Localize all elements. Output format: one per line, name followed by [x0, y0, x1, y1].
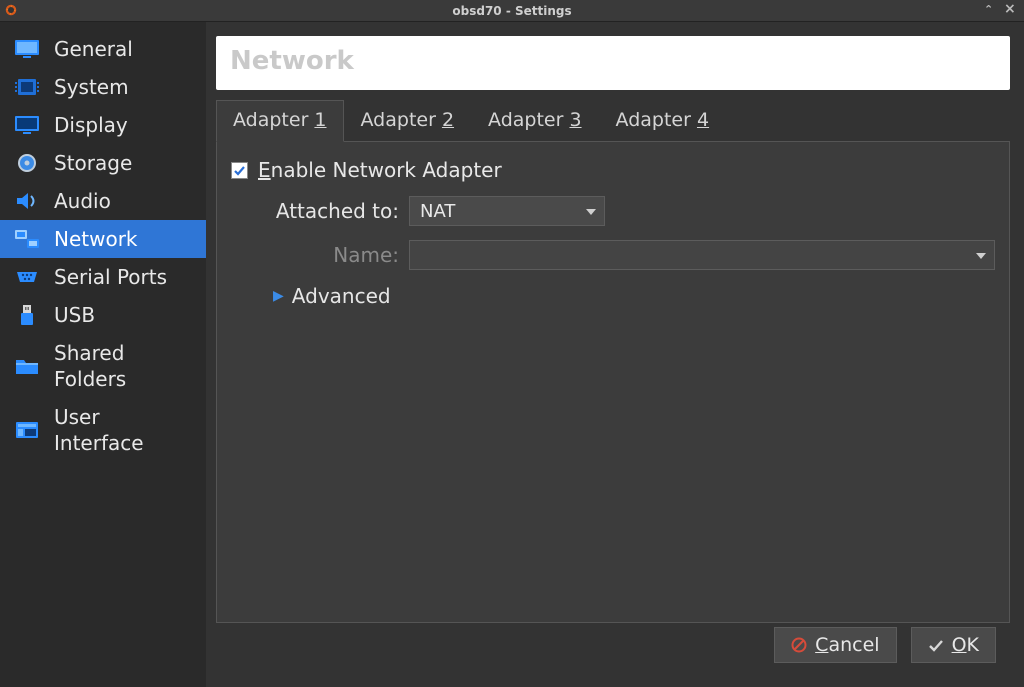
- content-pane: Network Adapter 1 Adapter 2 Adapter 3 Ad…: [206, 22, 1024, 687]
- page-title: Network: [230, 46, 354, 76]
- minimize-icon[interactable]: [984, 2, 998, 16]
- sidebar-item-label: Shared Folders: [54, 340, 194, 392]
- name-select[interactable]: [409, 240, 995, 270]
- sidebar-item-user-interface[interactable]: User Interface: [0, 398, 206, 462]
- sidebar-item-shared-folders[interactable]: Shared Folders: [0, 334, 206, 398]
- sidebar-item-label: General: [54, 36, 133, 62]
- sidebar-item-audio[interactable]: Audio: [0, 182, 206, 220]
- speaker-icon: [14, 190, 40, 212]
- folder-icon: [14, 355, 40, 377]
- usb-icon: [14, 304, 40, 326]
- tab-adapter-2[interactable]: Adapter 2: [344, 100, 472, 142]
- close-icon[interactable]: [1004, 2, 1018, 16]
- sidebar-item-label: System: [54, 74, 129, 100]
- sidebar-item-general[interactable]: General: [0, 30, 206, 68]
- attached-to-select[interactable]: NAT: [409, 196, 605, 226]
- sidebar-item-usb[interactable]: USB: [0, 296, 206, 334]
- tab-adapter-1[interactable]: Adapter 1: [216, 100, 344, 142]
- sidebar-item-display[interactable]: Display: [0, 106, 206, 144]
- tab-adapter-4[interactable]: Adapter 4: [599, 100, 727, 142]
- enable-network-checkbox[interactable]: [231, 162, 248, 179]
- sidebar-item-network[interactable]: Network: [0, 220, 206, 258]
- advanced-label: Advanced: [292, 284, 391, 308]
- sidebar-item-label: User Interface: [54, 404, 194, 456]
- app-icon: [4, 3, 18, 20]
- serial-port-icon: [14, 266, 40, 288]
- tab-adapter-3[interactable]: Adapter 3: [471, 100, 599, 142]
- page-header: Network: [216, 36, 1010, 90]
- sidebar-item-storage[interactable]: Storage: [0, 144, 206, 182]
- sidebar-item-label: Storage: [54, 150, 132, 176]
- attached-to-label: Attached to:: [231, 199, 399, 223]
- cancel-icon: [791, 637, 807, 653]
- network-icon: [14, 228, 40, 250]
- monitor-icon: [14, 38, 40, 60]
- advanced-disclosure[interactable]: ▶ Advanced: [273, 284, 995, 308]
- sidebar-item-label: Serial Ports: [54, 264, 167, 290]
- chip-icon: [14, 76, 40, 98]
- adapter-tabs: Adapter 1 Adapter 2 Adapter 3 Adapter 4: [216, 100, 1010, 142]
- enable-network-label: Enable Network Adapter: [258, 158, 502, 182]
- display-icon: [14, 114, 40, 136]
- title-bar: obsd70 - Settings: [0, 0, 1024, 22]
- sidebar-item-system[interactable]: System: [0, 68, 206, 106]
- check-icon: [928, 637, 944, 653]
- ok-button[interactable]: OK: [911, 627, 996, 663]
- sidebar-item-label: Audio: [54, 188, 111, 214]
- sidebar-item-label: Display: [54, 112, 128, 138]
- cancel-button[interactable]: Cancel: [774, 627, 896, 663]
- sidebar-item-label: USB: [54, 302, 95, 328]
- layout-icon: [14, 419, 40, 441]
- adapter-panel: Enable Network Adapter Attached to: NAT: [216, 141, 1010, 623]
- window-title: obsd70 - Settings: [0, 4, 1024, 18]
- sidebar-item-label: Network: [54, 226, 138, 252]
- settings-sidebar: General System Display Storage: [0, 22, 206, 687]
- disk-icon: [14, 152, 40, 174]
- settings-window: obsd70 - Settings General System: [0, 0, 1024, 687]
- chevron-right-icon: ▶: [273, 288, 284, 304]
- sidebar-item-serial-ports[interactable]: Serial Ports: [0, 258, 206, 296]
- name-label: Name:: [231, 243, 399, 267]
- dialog-footer: Cancel OK: [216, 623, 1010, 679]
